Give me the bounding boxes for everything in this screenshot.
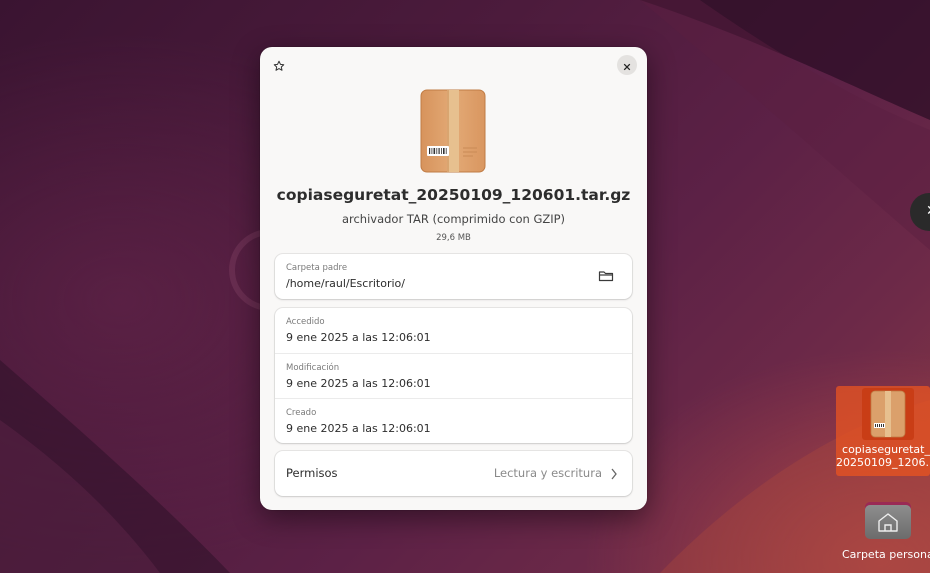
parent-folder-label: Carpeta padre bbox=[286, 263, 348, 273]
star-button[interactable] bbox=[270, 57, 288, 75]
accessed-label: Accedido bbox=[286, 317, 325, 327]
permissions-value: Lectura y escritura bbox=[493, 466, 602, 480]
desktop-home-folder[interactable]: Carpeta personal bbox=[840, 500, 930, 570]
accessed-value: 9 ene 2025 a las 12:06:01 bbox=[286, 331, 431, 344]
archive-file-icon bbox=[419, 88, 487, 174]
open-parent-folder-button[interactable] bbox=[598, 268, 616, 284]
desktop-file-label: copiaseguretat_ 20250109_1206... bbox=[836, 443, 930, 469]
accessed-row: Accedido 9 ene 2025 a las 12:06:01 bbox=[275, 308, 632, 353]
file-properties-dialog: copiaseguretat_20250109_120601.tar.gz ar… bbox=[260, 47, 647, 510]
parent-folder-card: Carpeta padre /home/raul/Escritorio/ bbox=[275, 254, 632, 299]
home-folder-label: Carpeta personal bbox=[842, 548, 930, 561]
permissions-row[interactable]: Permisos Lectura y escritura bbox=[275, 451, 632, 496]
modified-row: Modificación 9 ene 2025 a las 12:06:01 bbox=[275, 353, 632, 398]
created-value: 9 ene 2025 a las 12:06:01 bbox=[286, 422, 431, 435]
star-icon bbox=[273, 57, 285, 76]
desktop-archive-file[interactable]: copiaseguretat_ 20250109_1206... bbox=[836, 386, 930, 476]
created-row: Creado 9 ene 2025 a las 12:06:01 bbox=[275, 398, 632, 443]
home-folder-icon bbox=[865, 505, 911, 539]
created-label: Creado bbox=[286, 408, 317, 418]
permissions-card[interactable]: Permisos Lectura y escritura bbox=[275, 451, 632, 496]
file-type-label: archivador TAR (comprimido con GZIP) bbox=[341, 212, 566, 226]
archive-file-icon bbox=[862, 388, 914, 440]
chevron-right-icon bbox=[610, 466, 618, 480]
close-icon bbox=[623, 56, 631, 75]
parent-folder-row: Carpeta padre /home/raul/Escritorio/ bbox=[275, 254, 632, 299]
modified-label: Modificación bbox=[286, 363, 340, 373]
permissions-label: Permisos bbox=[286, 466, 338, 480]
side-close-button[interactable]: ✕ bbox=[910, 193, 930, 231]
modified-value: 9 ene 2025 a las 12:06:01 bbox=[286, 377, 431, 390]
parent-folder-path: /home/raul/Escritorio/ bbox=[286, 277, 405, 290]
close-button[interactable] bbox=[617, 55, 637, 75]
folder-open-icon bbox=[598, 268, 614, 287]
dates-card: Accedido 9 ene 2025 a las 12:06:01 Modif… bbox=[275, 308, 632, 443]
file-name-title: copiaseguretat_20250109_120601.tar.gz bbox=[276, 186, 631, 204]
close-icon: ✕ bbox=[926, 203, 930, 219]
file-size-label: 29,6 MB bbox=[436, 233, 471, 243]
